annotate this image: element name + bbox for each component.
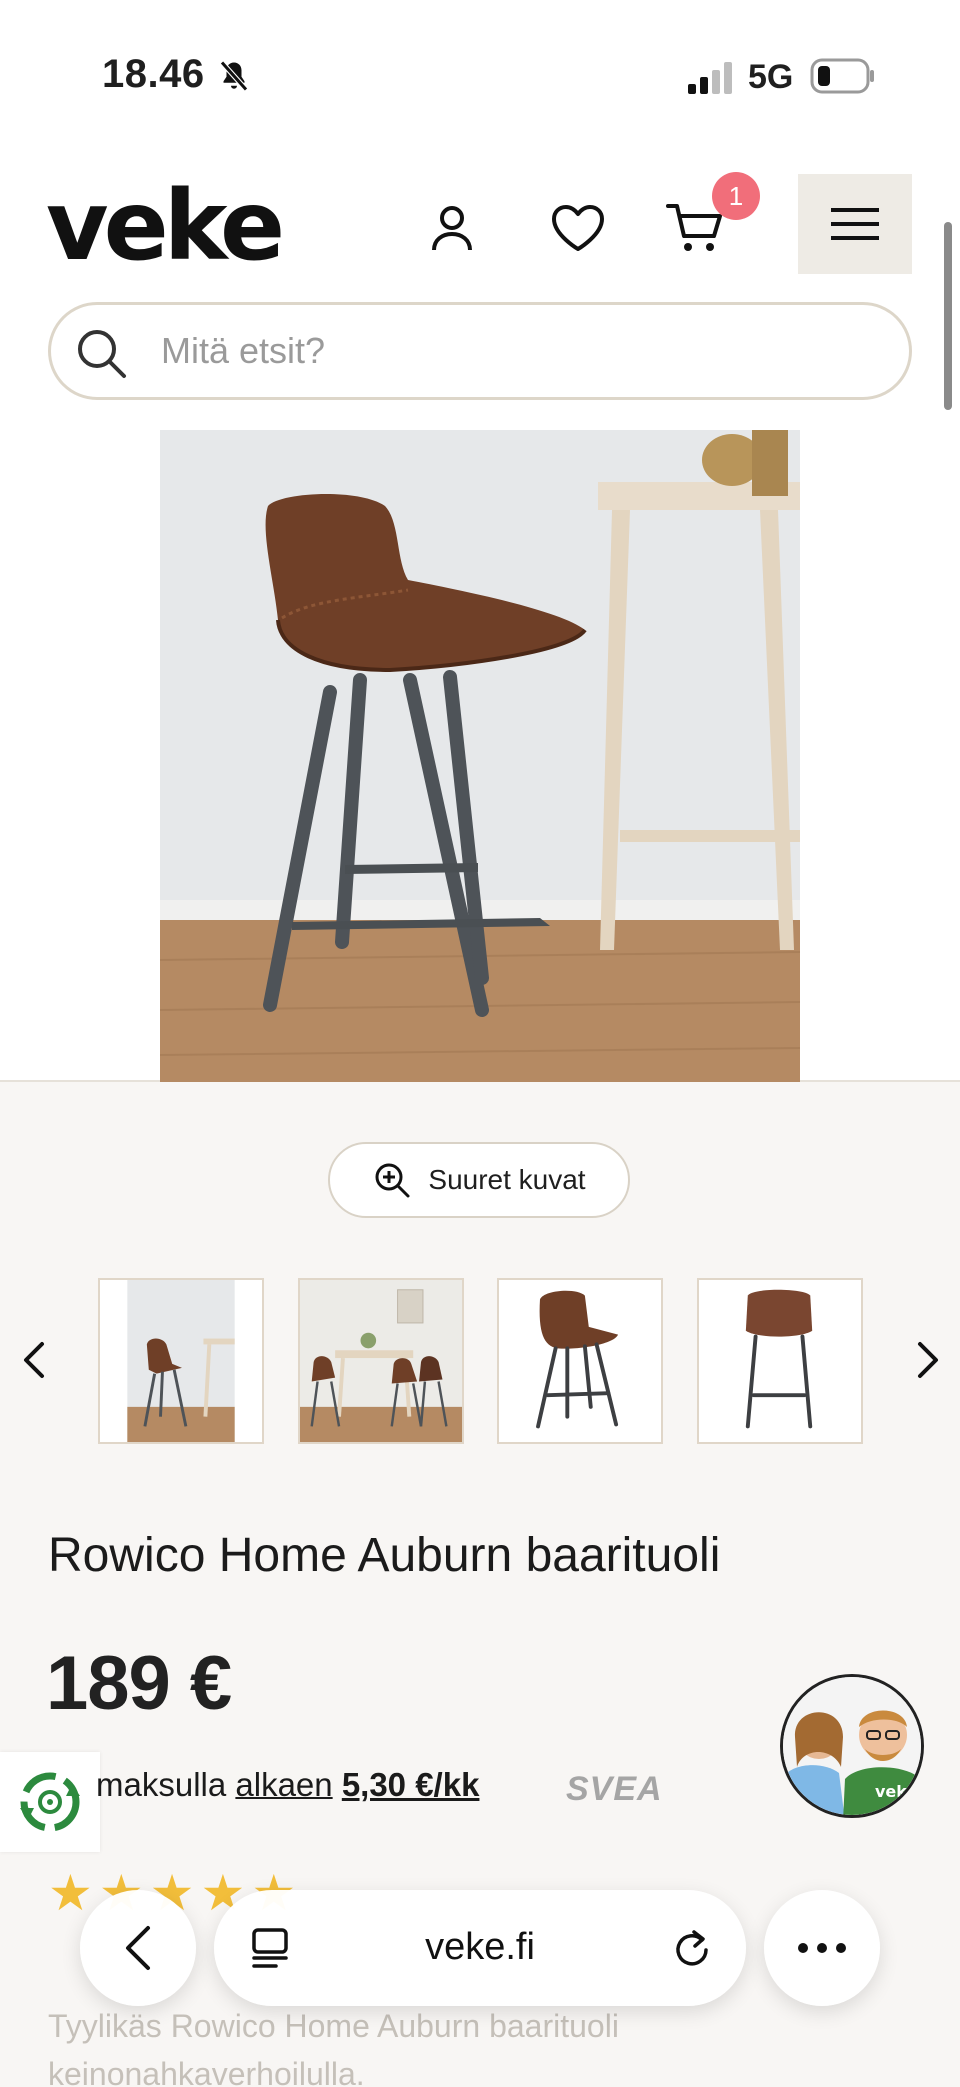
thumbnail-3[interactable] [497,1278,663,1444]
bell-muted-icon [220,60,248,92]
user-icon[interactable] [420,196,484,260]
product-title: Rowico Home Auburn baarituoli [48,1529,721,1582]
browser-more-button[interactable] [764,1890,880,2006]
status-bar: 18.46 5G [0,0,960,150]
back-arrow-icon [126,1926,150,1970]
browser-address-text[interactable]: veke.fi [214,1926,746,1969]
customer-service-chat-avatar[interactable]: veke [780,1674,924,1818]
browser-address-bar[interactable]: veke.fi [214,1890,746,2006]
status-time: 18.46 [102,52,205,96]
zoom-images-label: Suuret kuvat [428,1164,586,1195]
installment-info: maksulla alkaen 5,30 €/kk [96,1766,479,1804]
recycle-icon [20,1772,80,1832]
network-label: 5G [748,58,794,96]
product-price: 189 € [46,1641,232,1726]
thumbnail-1[interactable] [98,1278,264,1444]
battery-icon [810,58,874,94]
zoom-in-icon [375,1163,410,1198]
search-icon [78,330,126,378]
cart-count-badge: 1 [712,172,760,220]
recycle-badge[interactable] [0,1752,100,1852]
hamburger-icon [831,208,879,240]
zoom-images-button[interactable]: Suuret kuvat [328,1142,630,1218]
star-icon: ★ [48,1865,93,1921]
more-dots-icon [798,1943,846,1953]
svg-text:veke: veke [875,1782,917,1801]
site-header: veke 1 [0,150,960,430]
installment-amount[interactable]: 5,30 €/kk [342,1766,480,1803]
product-photo[interactable] [160,430,800,1082]
thumbnail-2[interactable] [298,1278,464,1444]
product-image-area [0,430,960,1082]
thumbnail-4[interactable] [697,1278,863,1444]
product-description: Tyylikäs Rowico Home Auburn baarituoli k… [48,2008,619,2087]
browser-back-button[interactable] [80,1890,196,2006]
installment-prefix: maksulla [96,1766,227,1803]
menu-button[interactable] [798,174,912,274]
veke-logo[interactable]: veke [46,178,285,274]
chevron-right-icon[interactable] [908,1336,948,1384]
heart-icon[interactable] [546,196,610,260]
chevron-left-icon[interactable] [14,1336,54,1384]
search-box[interactable] [48,302,912,400]
reload-icon[interactable] [670,1926,714,1970]
search-input[interactable] [161,319,861,383]
svea-logo: SVEA [566,1770,663,1808]
page-scrollbar[interactable] [944,222,952,410]
installment-link[interactable]: alkaen [235,1766,332,1803]
signal-icon [688,62,732,94]
